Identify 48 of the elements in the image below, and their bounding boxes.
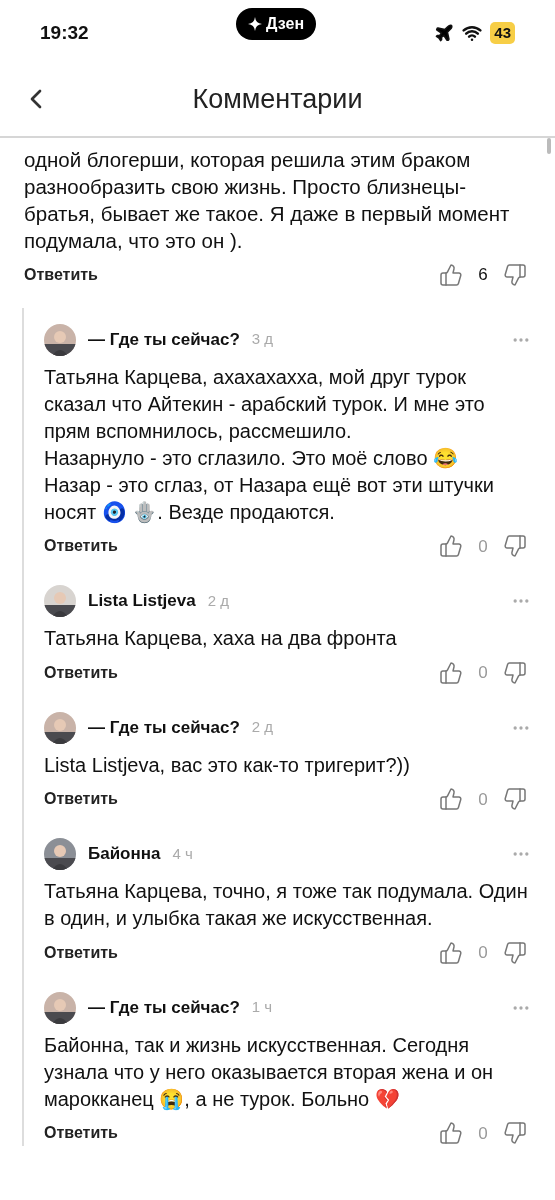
comment-time: 4 ч <box>172 843 193 864</box>
battery: 43 <box>490 21 515 45</box>
comment-time: 1 ч <box>251 997 273 1018</box>
page-title: Комментарии <box>191 82 364 116</box>
dislike-icon[interactable] <box>503 262 527 287</box>
like-count: 0 <box>477 1122 489 1145</box>
app-pill[interactable]: Дзен <box>236 8 317 40</box>
like-count: 0 <box>477 788 489 811</box>
dislike-icon[interactable] <box>503 1121 527 1146</box>
comment-text: Татьяна Карцева, хаха на два фронта <box>44 626 398 651</box>
like-icon[interactable] <box>439 660 463 685</box>
like-count: 6 <box>477 264 489 286</box>
comment-time: 2 д <box>251 717 274 738</box>
comment-text: одной блогерши, которая решила этим браком разнообразить свою жизнь. Просто близнецы-братья, бывает же такое. Я даже в первый момент подумала, что это он ). <box>24 147 511 254</box>
scrollbar <box>547 138 551 154</box>
like-count: 0 <box>477 535 489 558</box>
dislike-icon[interactable] <box>503 787 527 812</box>
dislike-icon[interactable] <box>503 660 527 685</box>
comment-text: Татьяна Карцева, точно, я тоже так подумала. Один в один, и улыбка такая же искусственная. <box>44 879 529 931</box>
like-icon[interactable] <box>439 262 463 287</box>
reply-button[interactable]: Ответить <box>24 262 98 287</box>
dislike-icon[interactable] <box>503 940 527 965</box>
author-name[interactable]: Lista Listjeva <box>88 588 196 614</box>
reply-button[interactable]: Ответить <box>44 940 118 965</box>
like-icon[interactable] <box>439 1121 463 1146</box>
reply-button[interactable]: Ответить <box>44 1121 118 1146</box>
like-count: 0 <box>477 942 489 964</box>
comment-text: Татьяна Карцева, ахахахахха, мой друг турок сказал что Айтекин - арабский турок. И мне это прям вспомнилось, рассмешило. Назарнуло - это сглазило. Это моё слово 😂 Назар - это сглаз, от Назара ещё вот эти штучки носят 🧿 🪬. Везде продаются. <box>44 364 495 525</box>
comment-time: 3 д <box>251 329 274 350</box>
comment-text: Lista Listjeva, вас это как-то тригерит?)) <box>44 752 411 778</box>
author-name[interactable]: — Где ты сейчас? <box>88 994 240 1021</box>
author-name[interactable]: Байонна <box>88 841 161 867</box>
status-time: 19:32 <box>40 20 89 45</box>
comment-text: Байонна, так и жизнь искусственная. Сегодня узнала что у него оказывается вторая жена и он марокканец 😭, а не турок. Больно 💔 <box>44 1032 495 1112</box>
author-name[interactable]: — Где ты сейчас? <box>88 326 240 353</box>
reply-button[interactable]: Ответить <box>44 787 118 812</box>
comment-time: 2 д <box>207 590 229 611</box>
like-icon[interactable] <box>439 940 463 965</box>
like-icon[interactable] <box>439 534 463 559</box>
author-name[interactable]: — Где ты сейчас? <box>88 714 240 741</box>
like-icon[interactable] <box>439 787 463 812</box>
like-count: 0 <box>477 662 489 684</box>
dislike-icon[interactable] <box>503 534 527 559</box>
wifi-icon <box>462 23 483 43</box>
reply-button[interactable]: Ответить <box>44 660 118 685</box>
reply-button[interactable]: Ответить <box>44 534 118 559</box>
sparkle-icon <box>248 17 262 31</box>
airplane-icon <box>434 23 455 43</box>
